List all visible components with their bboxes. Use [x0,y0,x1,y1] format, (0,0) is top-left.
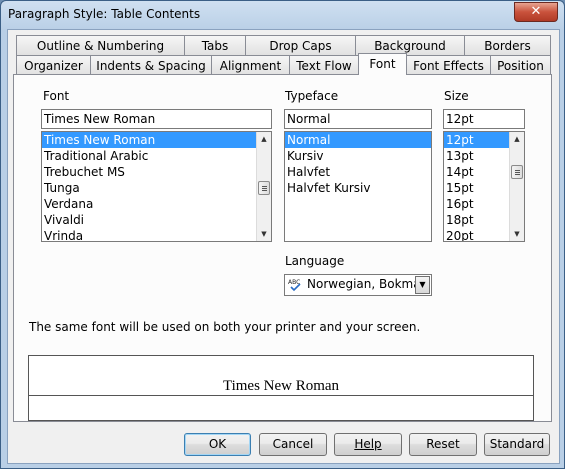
font-info-text: The same font will be used on both your … [29,320,421,334]
font-name-input[interactable]: Times New Roman [41,109,272,129]
tab-alignment[interactable]: Alignment [211,55,290,75]
standard-button[interactable]: Standard [484,433,550,456]
scroll-up-arrow-icon[interactable]: ▲ [258,133,270,145]
ok-button[interactable]: OK [184,433,251,456]
list-item[interactable]: Halvfet Kursiv [285,180,431,196]
list-item[interactable]: Verdana [42,196,271,212]
help-button[interactable]: Help [334,433,402,456]
language-select[interactable]: ABC Norwegian, Bokmål ▼ [284,274,432,296]
spellcheck-abc-icon: ABC [288,279,301,292]
scroll-thumb[interactable] [511,165,523,179]
list-item[interactable]: Kursiv [285,148,431,164]
list-item[interactable]: Vrinda [42,228,271,241]
list-item[interactable]: Normal [285,132,431,148]
scroll-thumb[interactable] [258,181,270,195]
language-value: Norwegian, Bokmål [307,277,424,291]
tab-position[interactable]: Position [490,55,551,75]
font-label: Font [43,89,70,103]
size-input[interactable]: 12pt [443,109,525,129]
list-item[interactable]: Halvfet [285,164,431,180]
tab-font[interactable]: Font [358,53,407,75]
list-item[interactable]: Vivaldi [42,212,271,228]
scroll-up-arrow-icon[interactable]: ▲ [511,133,523,145]
tab-borders[interactable]: Borders [464,35,551,55]
scroll-down-arrow-icon[interactable]: ▼ [258,228,270,240]
list-item[interactable]: Traditional Arabic [42,148,271,164]
typeface-list[interactable]: Normal Kursiv Halvfet Halvfet Kursiv [284,131,432,242]
font-preview: Times New Roman [28,355,534,421]
language-label: Language [285,254,345,268]
title-bar[interactable]: Paragraph Style: Table Contents ✕ [1,1,564,29]
size-list-scrollbar[interactable]: ▲ ▼ [509,132,524,241]
dialog-window: Paragraph Style: Table Contents ✕ Outlin… [0,0,565,469]
tab-organizer[interactable]: Organizer [16,55,91,75]
typeface-label: Typeface [285,89,339,103]
chevron-down-icon[interactable]: ▼ [415,276,430,294]
cancel-button[interactable]: Cancel [259,433,327,456]
tab-drop-caps[interactable]: Drop Caps [245,35,356,55]
tab-text-flow[interactable]: Text Flow [289,55,359,75]
list-item[interactable]: Trebuchet MS [42,164,271,180]
tab-tabs[interactable]: Tabs [184,35,246,55]
font-list-scrollbar[interactable]: ▲ ▼ [256,132,271,241]
size-list[interactable]: 12pt 13pt 14pt 15pt 16pt 18pt 20pt ▲ ▼ [443,131,525,242]
font-list[interactable]: Times New Roman Traditional Arabic Trebu… [41,131,272,242]
size-label: Size [444,89,469,103]
tab-indents-spacing[interactable]: Indents & Spacing [90,55,212,75]
reset-button[interactable]: Reset [409,433,477,456]
tab-font-effects[interactable]: Font Effects [406,55,491,75]
typeface-input[interactable]: Normal [284,109,432,129]
list-item[interactable]: Tunga [42,180,271,196]
scroll-down-arrow-icon[interactable]: ▼ [511,228,523,240]
preview-text: Times New Roman [222,378,340,394]
list-item[interactable]: Times New Roman [42,132,271,148]
tab-background[interactable]: Background [355,35,465,55]
close-button[interactable]: ✕ [514,2,558,22]
window-title: Paragraph Style: Table Contents [8,7,201,21]
tab-outline-numbering[interactable]: Outline & Numbering [16,35,185,55]
